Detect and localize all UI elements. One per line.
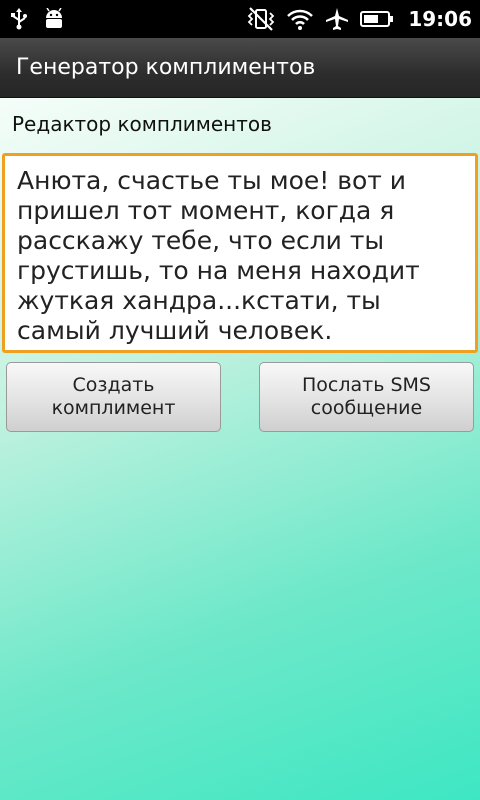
airplane-mode-icon [324,7,350,31]
status-bar: 19:06 [0,0,480,38]
app-title-bar: Генератор комплиментов [0,38,480,98]
status-clock: 19:06 [408,7,472,31]
wifi-icon [286,7,314,31]
usb-icon [10,8,28,30]
create-compliment-button[interactable]: Создать комплимент [6,362,221,432]
compliment-text-field[interactable]: Анюта, счастье ты мое! вот и пришел тот … [2,153,478,353]
battery-icon [360,9,394,29]
send-sms-label: Послать SMS сообщение [302,374,431,419]
app-title: Генератор комплиментов [16,55,316,80]
create-compliment-label: Создать комплимент [51,374,176,419]
status-system: 19:06 [246,0,472,38]
app-screen: 19:06 Генератор комплиментов Редактор ко… [0,0,480,800]
android-debug-icon [42,8,66,30]
status-notifications [10,0,66,38]
mute-vibrate-icon [246,6,276,32]
main-content: Редактор комплиментов Анюта, счастье ты … [0,98,480,800]
send-sms-button[interactable]: Послать SMS сообщение [259,362,474,432]
editor-label: Редактор комплиментов [12,112,272,136]
